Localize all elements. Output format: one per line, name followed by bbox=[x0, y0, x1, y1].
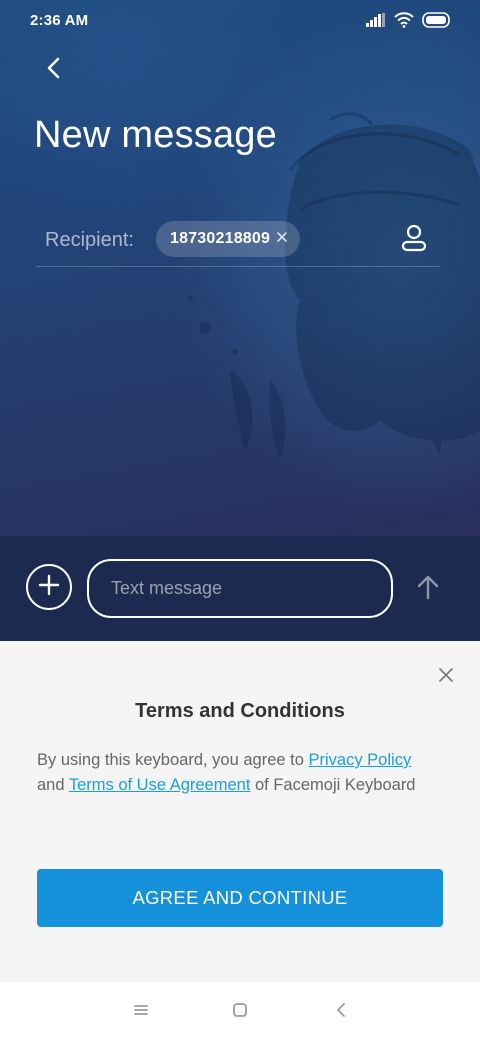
knight-artwork-background bbox=[187, 112, 480, 460]
terms-body-middle: and bbox=[37, 775, 69, 794]
recipient-row: Recipient: 18730218809 bbox=[36, 216, 440, 267]
back-button[interactable] bbox=[38, 54, 70, 86]
privacy-policy-link[interactable]: Privacy Policy bbox=[309, 751, 412, 769]
page-title: New message bbox=[34, 114, 277, 156]
home-button[interactable] bbox=[228, 1000, 252, 1024]
close-icon[interactable] bbox=[276, 230, 288, 248]
arrow-up-icon bbox=[416, 574, 440, 605]
terms-title: Terms and Conditions bbox=[135, 700, 345, 722]
chevron-left-icon bbox=[46, 57, 62, 84]
terms-body-prefix: By using this keyboard, you agree to bbox=[37, 751, 309, 769]
home-icon bbox=[232, 1002, 248, 1023]
recipient-chip-text: 18730218809 bbox=[170, 230, 271, 247]
menu-icon bbox=[133, 1003, 149, 1022]
compose-bar bbox=[0, 536, 480, 641]
person-icon bbox=[401, 224, 427, 257]
system-nav-bar bbox=[0, 982, 480, 1040]
message-header-background: 2:36 AM New message Recipient: 187302188… bbox=[0, 0, 480, 536]
recipient-chip[interactable]: 18730218809 bbox=[156, 221, 301, 257]
status-time: 2:36 AM bbox=[30, 12, 89, 29]
status-bar: 2:36 AM bbox=[0, 0, 480, 44]
terms-body-suffix: of Facemoji Keyboard bbox=[250, 775, 416, 794]
battery-icon bbox=[422, 11, 452, 33]
wifi-icon bbox=[394, 11, 414, 33]
nav-back-button[interactable] bbox=[329, 1000, 353, 1024]
add-attachment-button[interactable] bbox=[26, 564, 72, 610]
back-icon bbox=[335, 1002, 347, 1023]
terms-close-button[interactable] bbox=[434, 665, 458, 689]
screen: 2:36 AM New message Recipient: 187302188… bbox=[0, 0, 480, 1040]
recents-button[interactable] bbox=[129, 1000, 153, 1024]
send-button[interactable] bbox=[412, 574, 444, 604]
message-input[interactable] bbox=[87, 559, 393, 618]
terms-body: By using this keyboard, you agree to Pri… bbox=[37, 748, 427, 797]
status-icons bbox=[366, 11, 452, 33]
agree-and-continue-button[interactable]: AGREE AND CONTINUE bbox=[37, 869, 443, 927]
terms-of-use-link[interactable]: Terms of Use Agreement bbox=[69, 776, 251, 794]
terms-dialog: Terms and Conditions By using this keybo… bbox=[0, 641, 480, 982]
signal-icon bbox=[366, 12, 386, 32]
close-icon bbox=[439, 667, 453, 687]
contact-picker-button[interactable] bbox=[398, 224, 430, 256]
plus-icon bbox=[38, 574, 60, 601]
recipient-label: Recipient: bbox=[45, 229, 134, 251]
